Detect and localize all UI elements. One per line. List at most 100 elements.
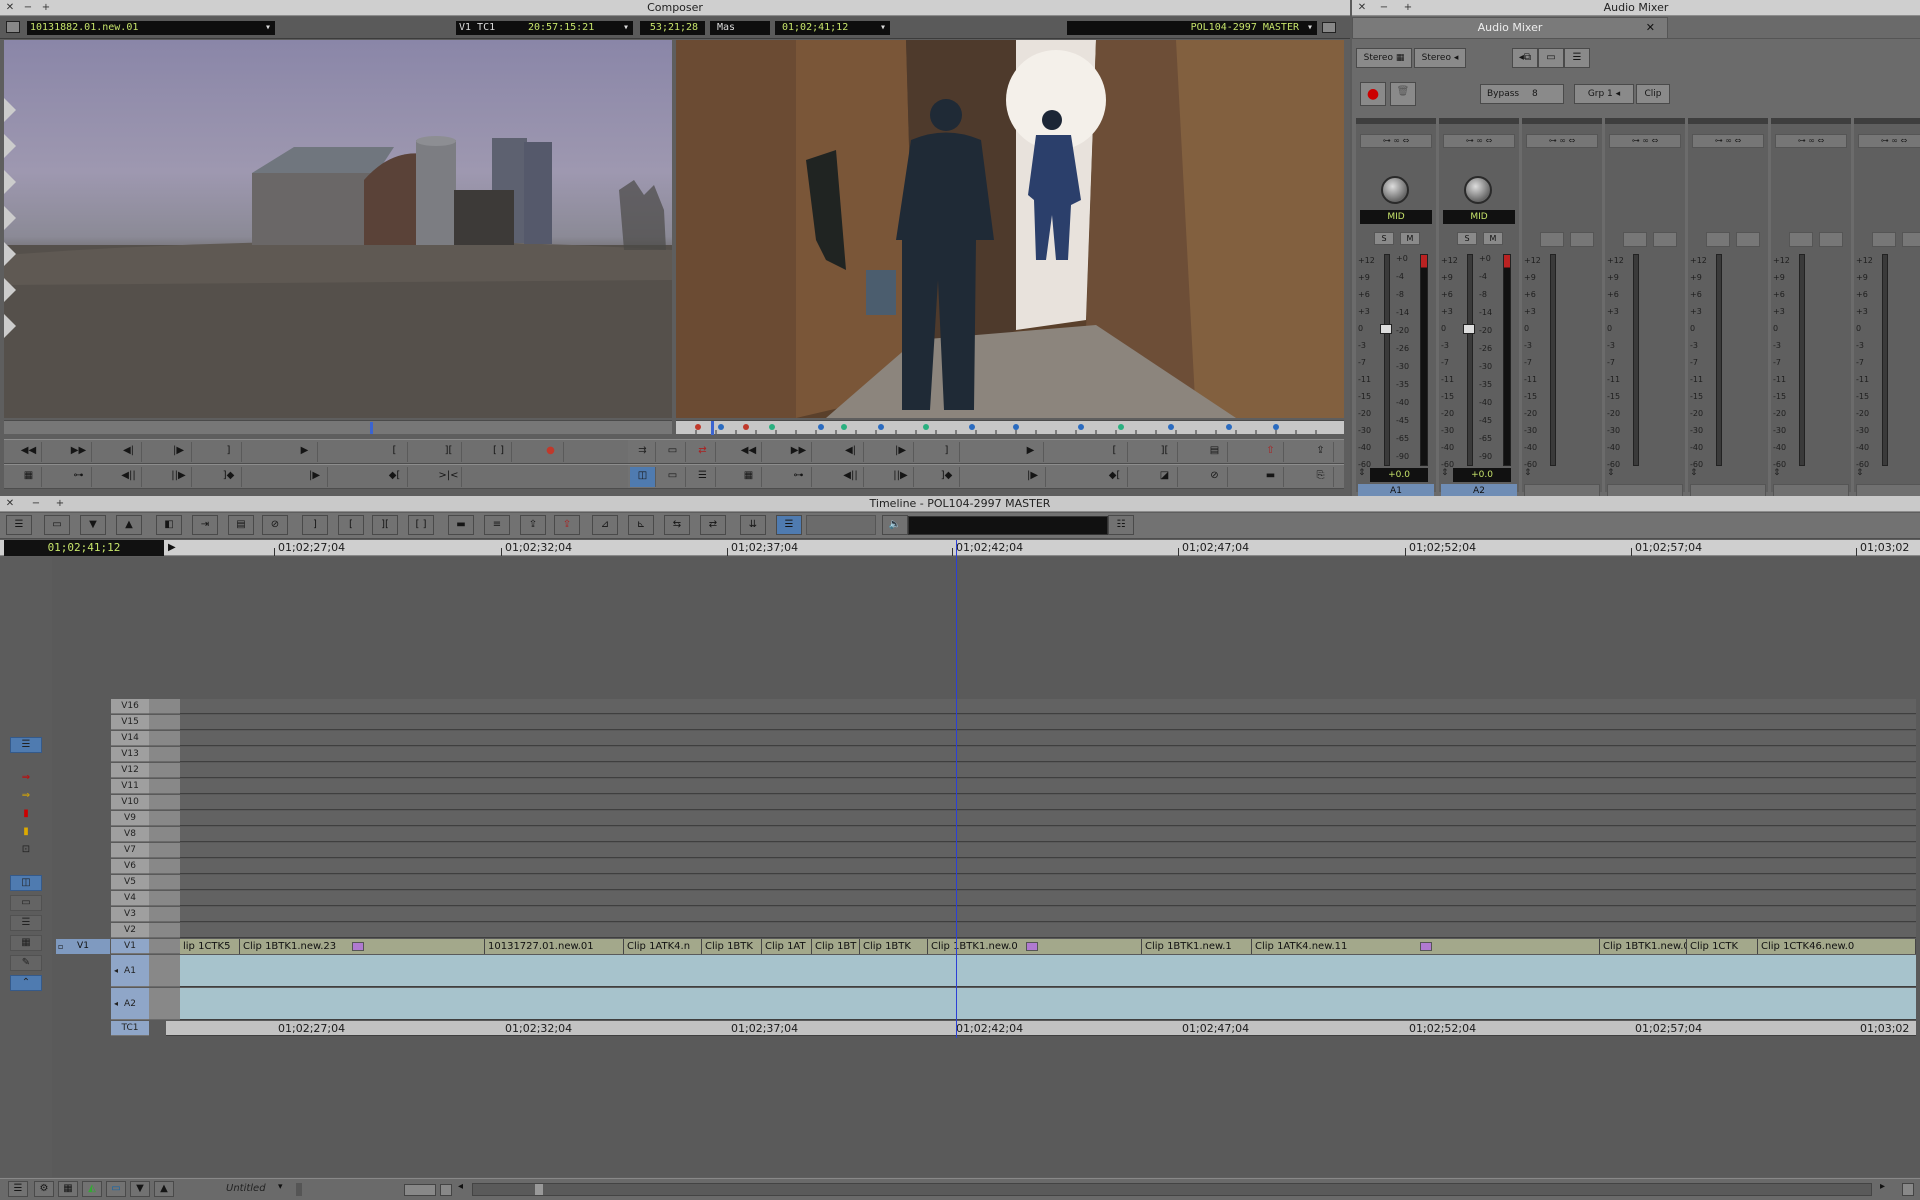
settings-sliders-icon[interactable]: ☰ [690, 467, 716, 487]
track-header[interactable]: V9 [111, 811, 149, 826]
track-selector[interactable] [149, 859, 180, 874]
top-bottom-button[interactable]: ▤ [1202, 442, 1228, 462]
track-header[interactable]: V7 [111, 843, 149, 858]
record-monitor[interactable] [676, 40, 1344, 418]
mute-button[interactable] [1570, 232, 1594, 247]
menu-icon[interactable] [1322, 22, 1336, 33]
go-to-out-button[interactable]: ◆[ [382, 467, 408, 487]
copy-icon[interactable]: ⎘ [1308, 467, 1334, 487]
close-icon[interactable]: ✕ [2, 0, 18, 15]
grid-button[interactable]: ▦ [736, 467, 762, 487]
solo-button[interactable] [1540, 232, 1564, 247]
track-lane[interactable] [180, 891, 1916, 906]
monitor-icon[interactable]: ▭ [10, 895, 42, 911]
lift-up-button[interactable]: ⇪ [520, 515, 546, 535]
chevron-updown-icon[interactable]: ⇕ [1358, 468, 1366, 478]
audio-track-header[interactable]: ◂ A1 [111, 955, 149, 987]
audio-track-lane[interactable] [180, 988, 1916, 1020]
track-selector[interactable] [149, 988, 180, 1020]
composer-titlebar[interactable]: ✕ − + Composer [0, 0, 1350, 16]
solo-button[interactable]: S [1374, 232, 1394, 245]
mark-out-button[interactable]: ] [934, 442, 960, 462]
timeline-clip[interactable]: Clip 1AT [762, 939, 812, 954]
track-lane[interactable] [180, 763, 1916, 778]
source-clip-menu[interactable]: 10131882.01.new.01 ▾ [27, 21, 275, 35]
track-lane[interactable] [180, 811, 1916, 826]
disable-icon[interactable]: ⊘ [1202, 467, 1228, 487]
track-lane[interactable] [180, 747, 1916, 762]
fader-handle[interactable] [1463, 324, 1475, 334]
track-selector[interactable] [149, 747, 180, 762]
step-back-button[interactable]: ◀| [838, 442, 864, 462]
menu-icon[interactable] [6, 21, 20, 33]
go-to-in-button[interactable]: ]◆ [216, 467, 242, 487]
play-arrow-icon[interactable] [4, 242, 16, 266]
track-lane[interactable] [180, 907, 1916, 922]
rewind-button[interactable]: ◀◀ [16, 442, 42, 462]
timeline-clip[interactable]: Clip 1BTK [702, 939, 762, 954]
track-header[interactable]: V13 [111, 747, 149, 762]
edit-pen-icon[interactable]: ✎ [10, 955, 42, 971]
fader-track[interactable] [1633, 254, 1639, 466]
play-arrow-icon[interactable] [4, 278, 16, 302]
lift-yellow-icon[interactable]: ▮ [10, 825, 42, 841]
back-trim-button[interactable]: ◀|| [838, 467, 864, 487]
pan-value[interactable]: MID [1443, 210, 1515, 224]
mute-button[interactable]: M [1400, 232, 1420, 245]
fader-track[interactable] [1550, 254, 1556, 466]
track-lane[interactable] [180, 827, 1916, 842]
track-header[interactable]: V6 [111, 859, 149, 874]
playhead[interactable] [956, 540, 957, 1038]
speaker-icon[interactable]: 🔈 [882, 515, 908, 535]
strip-top-buttons[interactable]: ⊶ ∞ ⇔ [1360, 134, 1432, 148]
chevron-updown-icon[interactable]: ⇕ [1690, 468, 1698, 478]
timeline-clip[interactable]: lip 1CTK5 [180, 939, 240, 954]
overwrite-icon[interactable]: ▤ [228, 515, 254, 535]
current-tc-field[interactable]: 01;02;41;12 [4, 540, 164, 556]
up-arrow-icon[interactable]: ▲ [116, 515, 142, 535]
clear-marks-button[interactable]: ][ [436, 442, 462, 462]
overwrite-button[interactable]: ▭ [660, 442, 686, 462]
fit-icon[interactable] [440, 1184, 452, 1196]
ruler-menu-arrow-icon[interactable]: ▶ [168, 540, 176, 556]
speaker-icon[interactable]: ◂ [114, 955, 118, 987]
chevron-updown-icon[interactable]: ⇕ [1524, 468, 1532, 478]
play-button[interactable]: ▶ [1018, 442, 1044, 462]
timeline-titlebar[interactable]: ✕ − + Timeline - POL104-2997 MASTER [0, 496, 1920, 512]
track-selector[interactable] [149, 763, 180, 778]
splice-red-icon[interactable]: ⇒ [10, 771, 42, 787]
play-loop-button[interactable]: |▶ [302, 467, 328, 487]
pan-knob-icon[interactable] [1381, 176, 1409, 204]
extract-button[interactable]: ⇧ [1258, 442, 1284, 462]
play-arrow-icon[interactable] [4, 170, 16, 194]
slide-icon[interactable]: ⊾ [628, 515, 654, 535]
overwrite-button[interactable]: ▬ [1258, 467, 1284, 487]
trim-mode-icon[interactable]: ⊡ [10, 843, 42, 859]
timeline-clip[interactable]: Clip 1BTK1.new.1 [1142, 939, 1252, 954]
duration-field[interactable]: 53;21;28 [640, 21, 705, 35]
settings-gear-icon[interactable]: ⚙ [34, 1181, 54, 1197]
match-frame-button[interactable]: >|< [436, 467, 462, 487]
settings-sliders-icon[interactable]: ☰ [6, 515, 32, 535]
audio-track-lane[interactable] [180, 955, 1916, 987]
track-lane[interactable] [180, 843, 1916, 858]
gain-value[interactable]: +0.0 [1370, 468, 1428, 482]
track-lane-v1[interactable]: lip 1CTK5 Clip 1BTK1.new.23 10131727.01.ne… [180, 939, 1916, 954]
mark-in-button[interactable]: [ [382, 442, 408, 462]
strip-top-buttons[interactable]: ⊶ ∞ ⇔ [1692, 134, 1764, 148]
sequence-menu[interactable]: POL104-2997 MASTER ▾ [1067, 21, 1317, 35]
timeline-clip[interactable]: Clip 1BT [812, 939, 860, 954]
mark-in-button[interactable]: [ [1102, 442, 1128, 462]
mute-button[interactable]: M [1483, 232, 1503, 245]
mute-button[interactable] [1736, 232, 1760, 247]
track-view-icon[interactable]: ☰ [10, 737, 42, 753]
fader-track[interactable] [1799, 254, 1805, 466]
source-track-v1[interactable]: ▫ V1 [56, 939, 110, 954]
track-selector[interactable] [149, 779, 180, 794]
track-selector[interactable] [149, 731, 180, 746]
play-loop-button[interactable]: |▶ [1020, 467, 1046, 487]
rewind-button[interactable]: ◀◀ [736, 442, 762, 462]
mark-clip-button[interactable]: ][ [372, 515, 398, 535]
source-record-icon[interactable]: ◫ [10, 875, 42, 891]
track-header[interactable]: V16 [111, 699, 149, 714]
